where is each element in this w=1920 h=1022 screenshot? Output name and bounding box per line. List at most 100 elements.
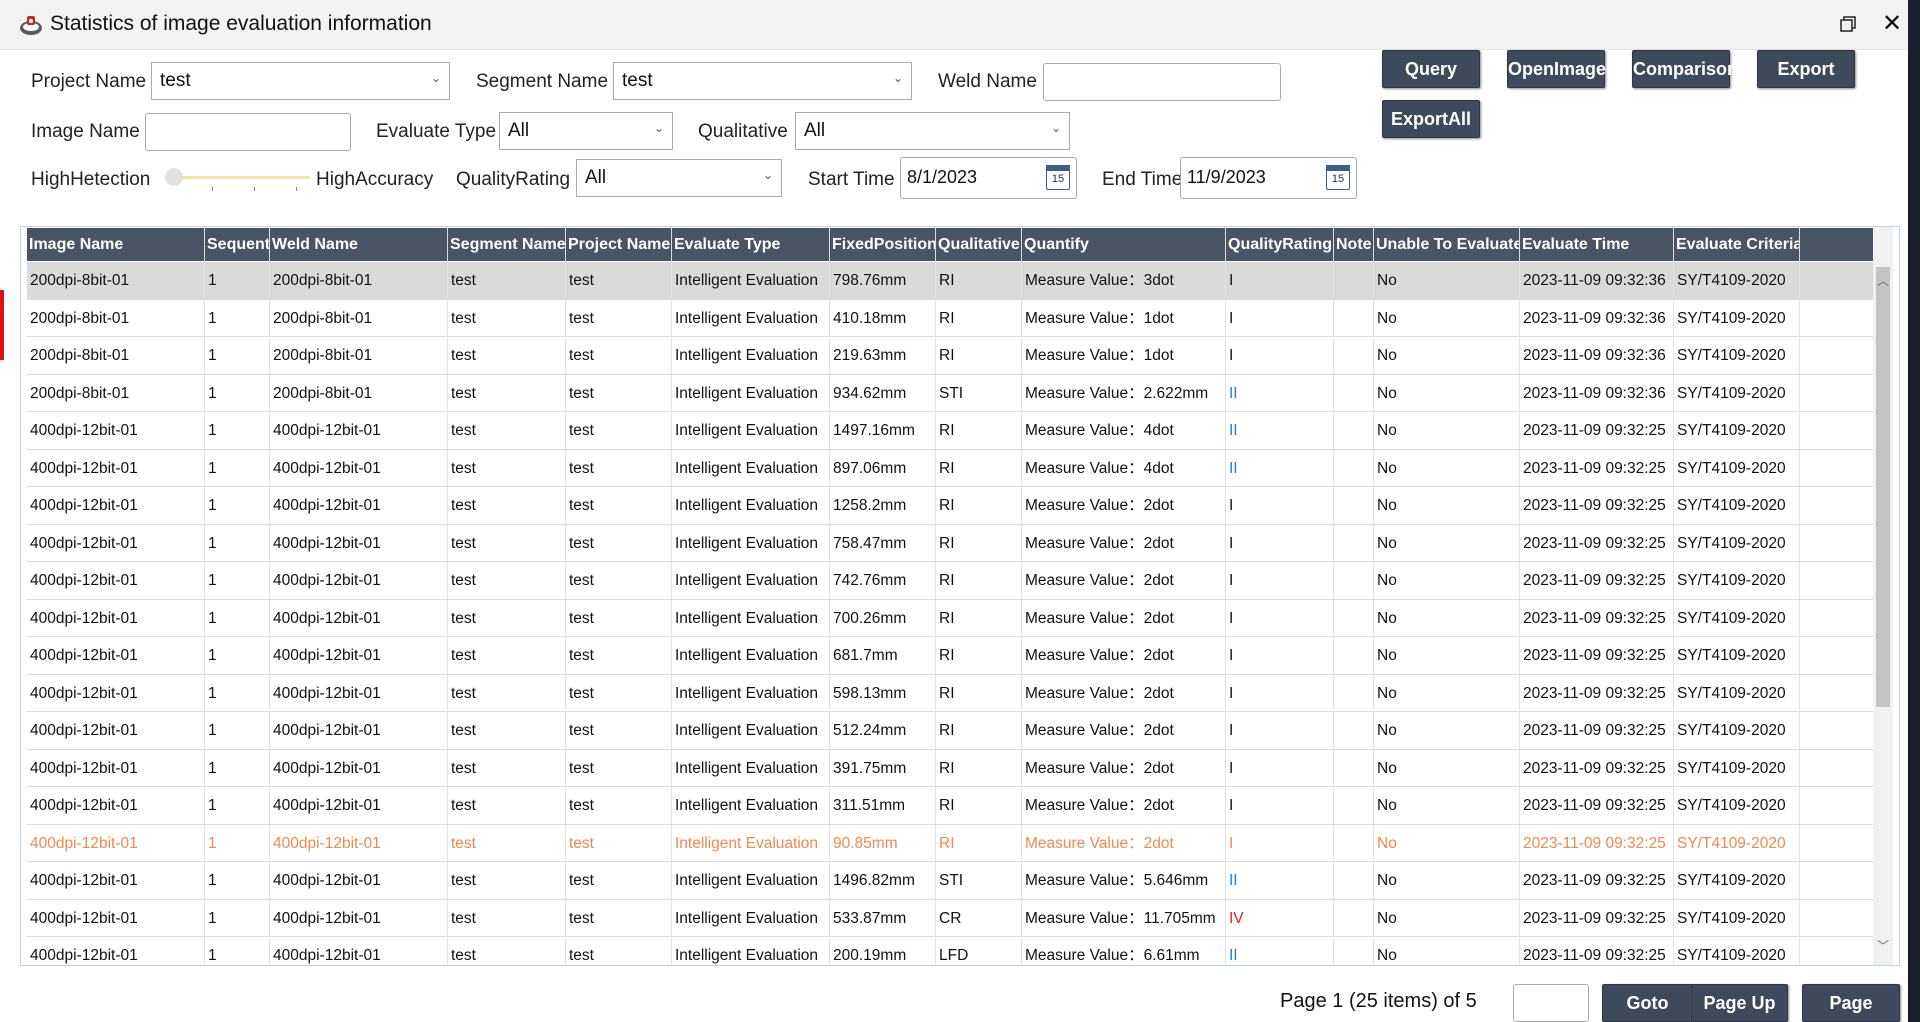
slider-thumb[interactable] <box>165 168 183 186</box>
goto-button[interactable]: Goto <box>1602 984 1693 1022</box>
query-button[interactable]: Query <box>1382 50 1480 88</box>
table-cell: No <box>1374 374 1520 412</box>
pager-status: Page 1 (25 items) of 5 <box>1280 990 1477 1012</box>
table-cell: 1 <box>205 637 270 674</box>
table-cell: 1 <box>205 562 270 599</box>
table-cell: 1 <box>205 862 270 899</box>
open-image-button[interactable]: OpenImage <box>1507 50 1606 88</box>
table-row[interactable]: 400dpi-12bit-01 1 400dpi-12bit-01 test test I… <box>27 524 1879 562</box>
table-row[interactable]: 400dpi-12bit-01 1 400dpi-12bit-01 test test I… <box>27 562 1879 600</box>
table-cell: test <box>566 524 672 562</box>
calendar-icon[interactable]: 15 <box>1046 165 1070 190</box>
column-header[interactable]: Unable To Evaluate <box>1374 228 1520 261</box>
table-cell: I <box>1226 487 1334 524</box>
column-header[interactable]: Segment Name <box>448 228 566 261</box>
column-header[interactable]: Weld Name <box>270 228 448 261</box>
column-header[interactable]: Evaluate Criteria <box>1674 228 1800 261</box>
table-row[interactable]: 400dpi-12bit-01 1 400dpi-12bit-01 test test I… <box>27 937 1879 965</box>
weld-name-input[interactable] <box>1043 63 1281 101</box>
restore-window-icon[interactable] <box>1830 10 1866 40</box>
table-cell: 400dpi-12bit-01 <box>27 637 205 674</box>
table-cell: I <box>1226 337 1334 374</box>
start-time-picker[interactable]: 8/1/2023 15 <box>900 157 1077 199</box>
column-header[interactable]: Quantify <box>1022 228 1226 261</box>
table-cell: Measure Value：2dot <box>1022 824 1226 862</box>
table-cell: test <box>448 712 566 749</box>
table-cell: SY/T4109-2020 <box>1674 337 1800 374</box>
table-row[interactable]: 200dpi-8bit-01 1 200dpi-8bit-01 test test Int… <box>27 337 1879 375</box>
calendar-icon[interactable]: 15 <box>1326 165 1350 190</box>
table-cell: I <box>1226 674 1334 712</box>
table-cell: No <box>1374 937 1520 965</box>
table-row[interactable]: 400dpi-12bit-01 1 400dpi-12bit-01 test test I… <box>27 712 1879 750</box>
table-row[interactable]: 400dpi-12bit-01 1 400dpi-12bit-01 test test I… <box>27 412 1879 450</box>
image-name-input[interactable] <box>145 113 351 151</box>
column-header[interactable]: Qualitative <box>936 228 1022 261</box>
table-row[interactable]: 200dpi-8bit-01 1 200dpi-8bit-01 test test Int… <box>27 262 1879 300</box>
column-header[interactable]: Evaluate Type <box>672 228 830 261</box>
segment-name-label: Segment Name <box>476 71 609 92</box>
table-row[interactable]: 200dpi-8bit-01 1 200dpi-8bit-01 test test Int… <box>27 374 1879 412</box>
table-cell: 400dpi-12bit-01 <box>27 412 205 449</box>
table-row[interactable]: 400dpi-12bit-01 1 400dpi-12bit-01 test test I… <box>27 749 1879 787</box>
table-cell: test <box>566 712 672 749</box>
table-cell: test <box>448 637 566 674</box>
table-cell: SY/T4109-2020 <box>1674 487 1800 524</box>
table-row[interactable]: 400dpi-12bit-01 1 400dpi-12bit-01 test test I… <box>27 599 1879 637</box>
qualitative-select[interactable]: All ⌄ <box>795 112 1070 150</box>
table-cell: Measure Value：2dot <box>1022 599 1226 637</box>
export-all-button[interactable]: ExportAll <box>1382 100 1480 138</box>
column-header[interactable]: Image Name <box>27 228 205 261</box>
column-header[interactable]: Note <box>1334 228 1374 261</box>
table-cell: SY/T4109-2020 <box>1674 562 1800 599</box>
table-row[interactable]: 200dpi-8bit-01 1 200dpi-8bit-01 test test Int… <box>27 299 1879 337</box>
slider-track <box>165 176 310 179</box>
table-cell: Measure Value：2dot <box>1022 524 1226 562</box>
table-cell: Measure Value：2.622mm <box>1022 374 1226 412</box>
segment-name-select[interactable]: test ⌄ <box>613 62 912 100</box>
project-name-value: test <box>160 70 191 91</box>
table-row[interactable]: 400dpi-12bit-01 1 400dpi-12bit-01 test test I… <box>27 637 1879 675</box>
column-header[interactable]: Evaluate Time <box>1520 228 1674 261</box>
scroll-up-icon[interactable]: ︿ <box>1877 272 1889 289</box>
table-row[interactable]: 400dpi-12bit-01 1 400dpi-12bit-01 test test I… <box>27 449 1879 487</box>
chevron-down-icon: ⌄ <box>1050 121 1061 135</box>
scroll-down-icon[interactable]: ﹀ <box>1877 937 1889 954</box>
column-header[interactable]: FixedPosition <box>830 228 936 261</box>
export-button[interactable]: Export <box>1757 50 1855 88</box>
table-row[interactable]: 400dpi-12bit-01 1 400dpi-12bit-01 test test I… <box>27 787 1879 825</box>
page-down-button[interactable]: Page Down <box>1802 984 1900 1022</box>
project-name-select[interactable]: test ⌄ <box>151 62 450 100</box>
end-time-picker[interactable]: 11/9/2023 15 <box>1180 157 1357 199</box>
table-row[interactable]: 400dpi-12bit-01 1 400dpi-12bit-01 test test I… <box>27 824 1879 862</box>
vertical-scrollbar[interactable]: ︿ ﹀ <box>1873 227 1893 965</box>
table-cell: test <box>448 674 566 712</box>
table-cell: RI <box>936 299 1022 337</box>
table-cell: RI <box>936 824 1022 862</box>
table-cell: RI <box>936 449 1022 487</box>
table-cell: 200dpi-8bit-01 <box>27 262 205 299</box>
table-row[interactable]: 400dpi-12bit-01 1 400dpi-12bit-01 test test I… <box>27 487 1879 525</box>
column-header[interactable]: QualityRating <box>1226 228 1334 261</box>
table-row[interactable]: 400dpi-12bit-01 1 400dpi-12bit-01 test test I… <box>27 862 1879 900</box>
quality-rating-select[interactable]: All ⌄ <box>576 159 782 197</box>
table-cell: test <box>566 449 672 487</box>
table-row[interactable]: 400dpi-12bit-01 1 400dpi-12bit-01 test test I… <box>27 674 1879 712</box>
page-up-button[interactable]: Page Up <box>1691 984 1788 1022</box>
table-cell: 2023-11-09 09:32:25 <box>1520 412 1674 449</box>
table-cell: I <box>1226 749 1334 787</box>
column-header[interactable]: Project Name <box>566 228 672 261</box>
scrollbar-thumb[interactable] <box>1876 267 1890 707</box>
goto-page-input[interactable] <box>1513 984 1589 1022</box>
table-cell: SY/T4109-2020 <box>1674 449 1800 487</box>
close-window-icon[interactable]: ✕ <box>1874 10 1910 40</box>
evaluate-type-select[interactable]: All ⌄ <box>499 112 673 150</box>
table-row[interactable]: 400dpi-12bit-01 1 400dpi-12bit-01 test test I… <box>27 899 1879 937</box>
column-header[interactable]: Sequent <box>205 228 270 261</box>
detection-accuracy-slider[interactable] <box>165 168 310 198</box>
table-cell <box>1334 637 1374 674</box>
quality-rating-label: QualityRating <box>456 169 571 190</box>
comparison-button[interactable]: Comparison <box>1632 50 1738 88</box>
table-cell <box>1334 899 1374 937</box>
table-cell: Intelligent Evaluation <box>672 412 830 449</box>
